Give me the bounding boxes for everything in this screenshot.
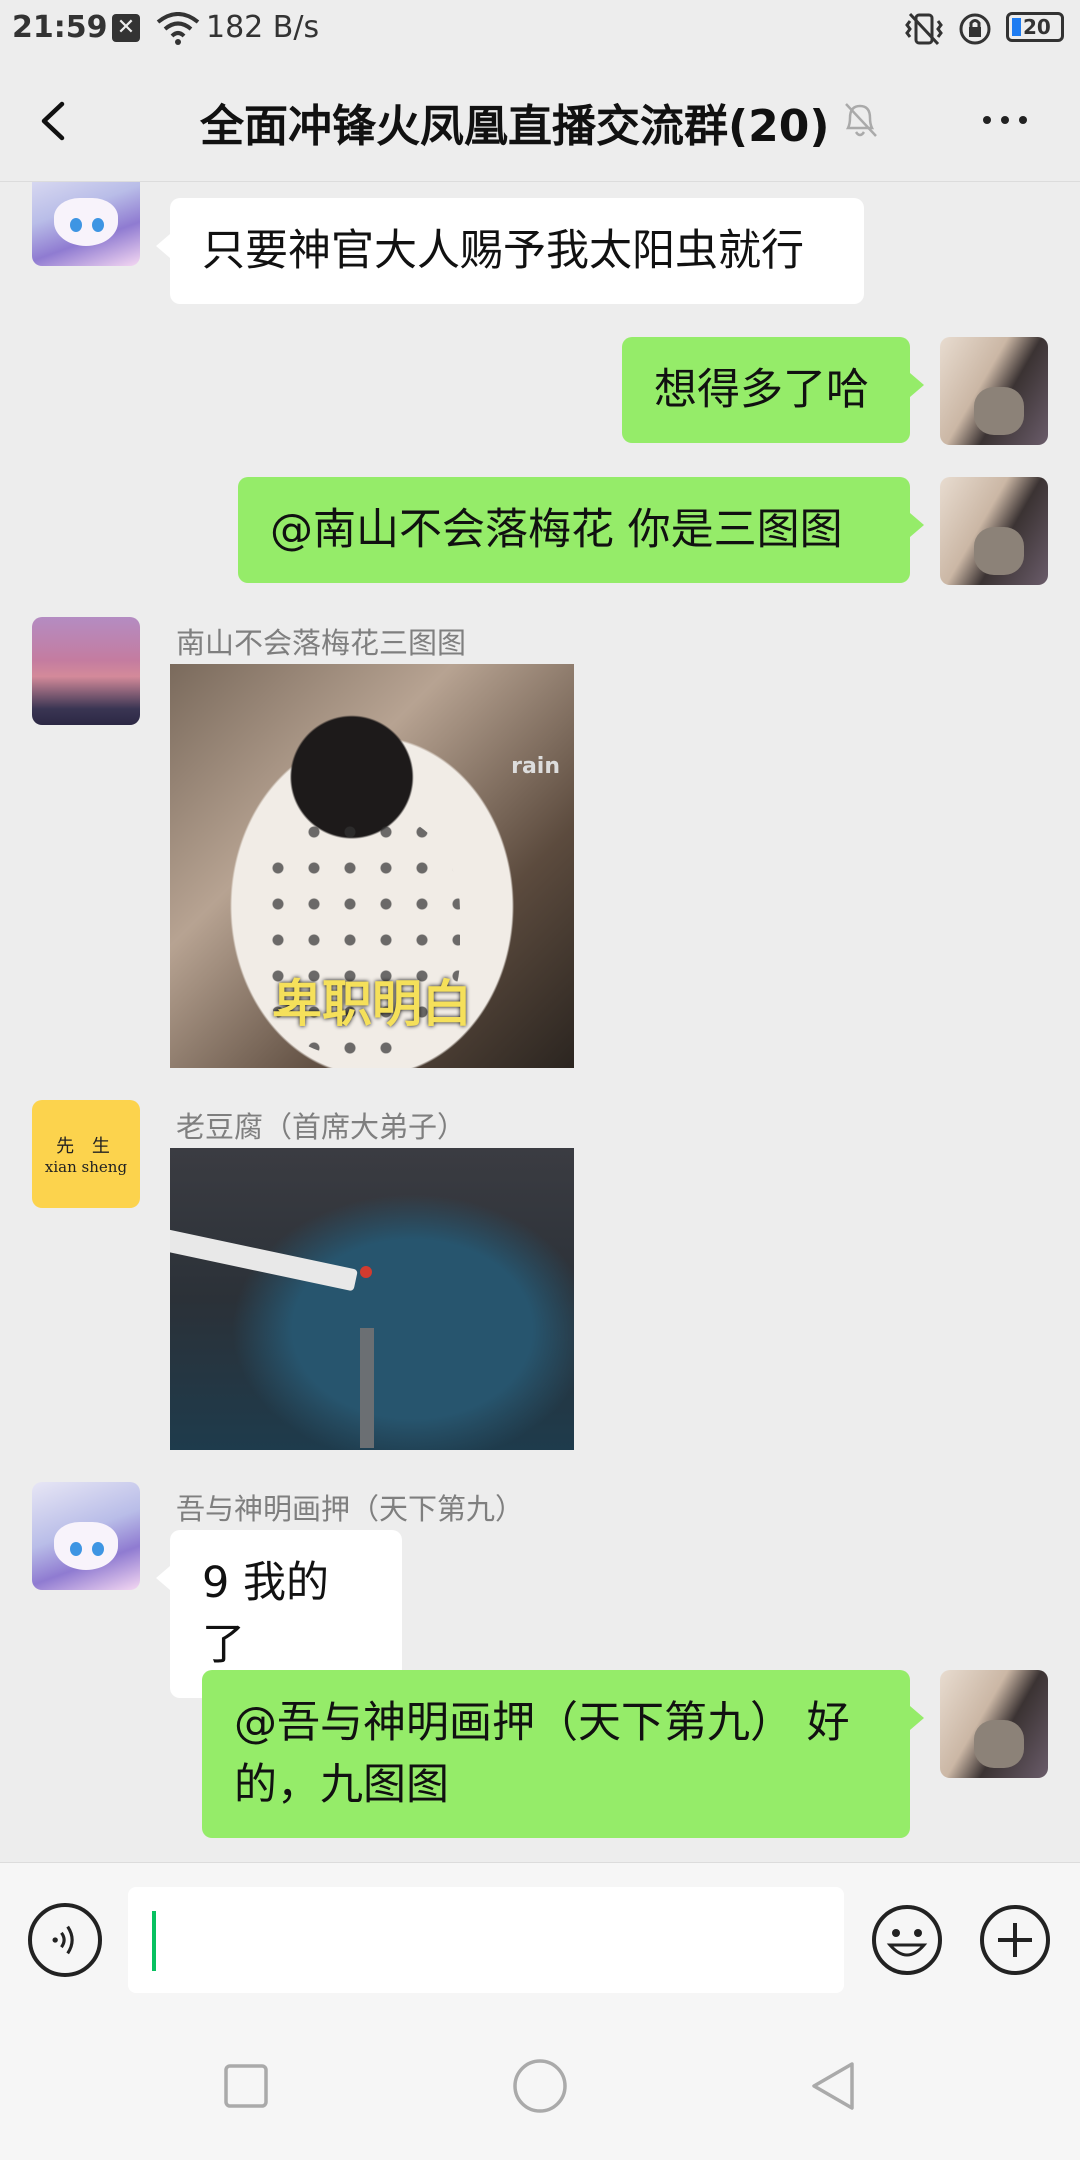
avatar-self[interactable] [940,1670,1048,1778]
avatar-anime-girl[interactable] [32,182,140,266]
avatar-self[interactable] [940,337,1048,445]
battery-icon: 20 [1006,12,1064,42]
recent-apps-square-icon[interactable] [216,2056,276,2116]
avatar-text: xian sheng [44,1158,128,1176]
avatar-sunset[interactable] [32,617,140,725]
input-bar [0,1862,1080,2012]
status-time: 21:59 [12,10,108,45]
message-input[interactable] [128,1887,844,1993]
battery-fill [1012,18,1021,36]
more-options-icon[interactable] [975,90,1035,150]
message-bubble-right[interactable]: @南山不会落梅花 你是三图图 [238,477,924,583]
image-message-cigarette[interactable] [170,1148,574,1450]
group-title: 全面冲锋火凤凰直播交流群(20) [200,101,830,152]
sender-name: 南山不会落梅花三图图 [176,626,467,660]
message-bubble-right[interactable]: @吾与神明画押（天下第九） 好的，九图图 [202,1670,924,1838]
image-message-baby[interactable]: rain 卑职明白 [170,664,574,1068]
bell-off-icon [845,103,877,137]
message-text: 9 我的了 [202,1558,330,1670]
image-watermark: rain [511,754,560,779]
wifi-icon [156,12,200,45]
message-list[interactable]: 只要神官大人赐予我太阳虫就行 想得多了哈 @南山不会落梅花 你是三图图 南山不会… [0,182,1080,1862]
battery-level: 20 [1023,15,1051,39]
image-caption: 卑职明白 [272,975,472,1033]
message-text: 想得多了哈 [654,365,869,415]
message-text: @吾与神明画押（天下第九） 好的，九图图 [234,1698,850,1810]
chat-header: 全面冲锋火凤凰直播交流群(20) [0,60,1080,182]
status-bar: 21:59 ✕ 182 B/s 20 [0,0,1080,60]
no-sim-icon: ✕ [112,14,140,42]
image-object [170,1228,358,1292]
system-nav-bar [0,2012,1080,2160]
message-bubble-left[interactable]: 只要神官大人赐予我太阳虫就行 [156,198,864,304]
back-chevron-icon[interactable] [30,96,80,146]
avatar-self[interactable] [940,477,1048,585]
sender-name: 老豆腐（首席大弟子） [176,1110,467,1144]
network-speed: 182 B/s [206,10,320,45]
message-text: @南山不会落梅花 你是三图图 [270,505,843,555]
sender-name: 吾与神明画押（天下第九） [176,1492,525,1526]
message-bubble-right[interactable]: 想得多了哈 [622,337,924,443]
rotation-lock-icon [959,13,991,45]
avatar-xiansheng[interactable]: 先 生 xian sheng [32,1100,140,1208]
image-object [360,1266,372,1278]
vibrate-icon [905,12,943,46]
voice-icon[interactable] [28,1903,102,1977]
plus-circle-icon[interactable] [978,1903,1052,1977]
emoji-icon[interactable] [870,1903,944,1977]
back-triangle-icon[interactable] [804,2056,864,2116]
image-object [360,1328,374,1448]
text-caret [152,1911,156,1971]
avatar-anime-girl[interactable] [32,1482,140,1590]
message-text: 只要神官大人赐予我太阳虫就行 [202,226,804,276]
avatar-text: 先 生 [56,1136,116,1157]
home-circle-icon[interactable] [510,2056,570,2116]
